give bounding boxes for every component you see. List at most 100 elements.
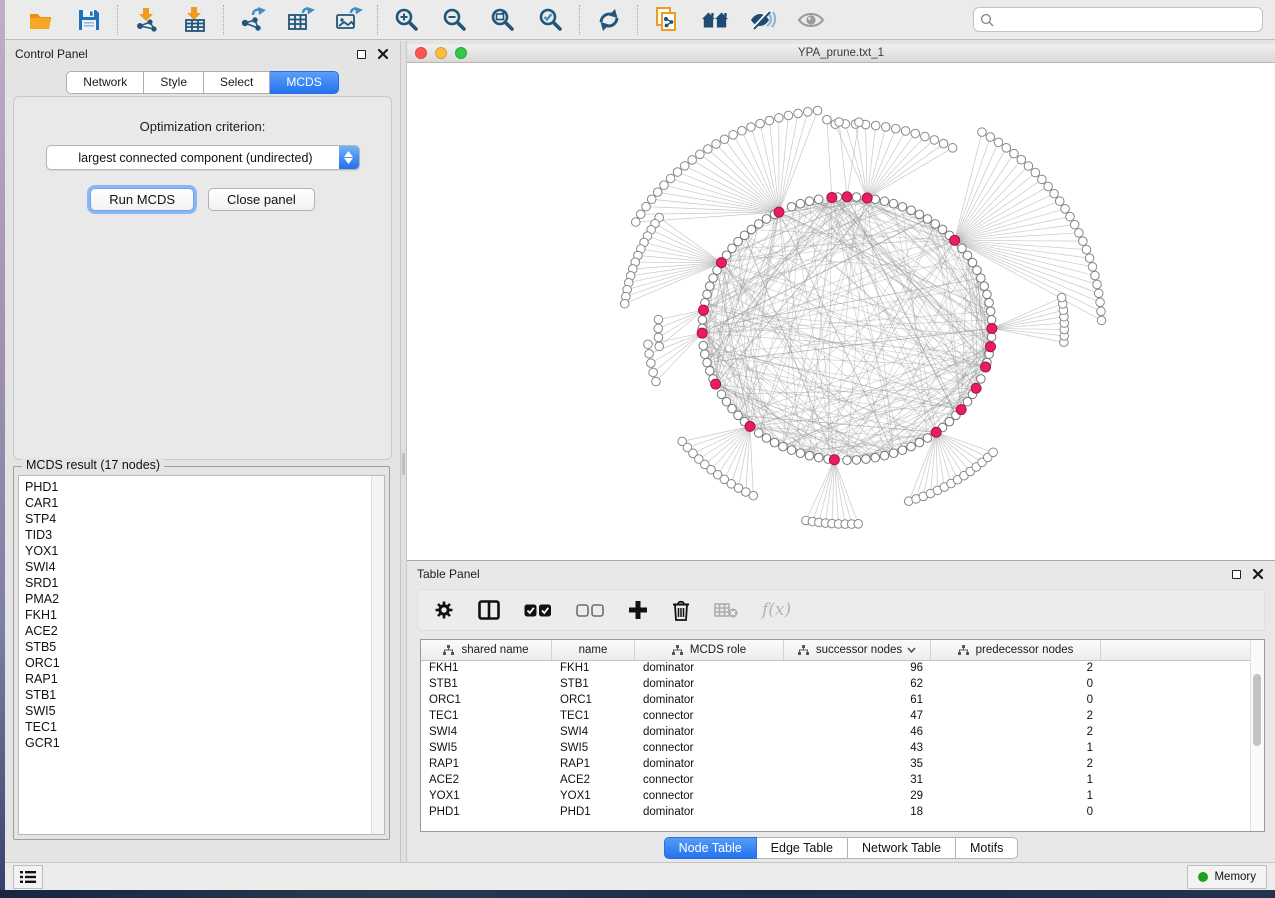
table-row[interactable]: ORC1ORC1dominator610	[421, 693, 1250, 709]
mcds-result-scrollbar[interactable]	[371, 476, 384, 834]
mcds-result-item[interactable]: SWI4	[25, 559, 371, 575]
search-box[interactable]	[973, 7, 1263, 32]
ring-node[interactable]	[931, 220, 940, 229]
mcds-result-item[interactable]: STB1	[25, 687, 371, 703]
import-network-icon[interactable]	[133, 6, 161, 34]
table-row[interactable]: STB1STB1dominator620	[421, 677, 1250, 693]
leaf-node[interactable]	[738, 126, 747, 135]
task-history-button[interactable]	[13, 865, 43, 889]
column-header-name[interactable]: name	[552, 640, 635, 660]
ring-node[interactable]	[699, 341, 708, 350]
leaf-node[interactable]	[747, 123, 756, 132]
leaf-node[interactable]	[654, 324, 663, 333]
leaf-node[interactable]	[1002, 144, 1011, 153]
ring-node[interactable]	[770, 438, 779, 447]
leaf-node[interactable]	[647, 359, 656, 368]
tab-edge-table[interactable]: Edge Table	[757, 837, 848, 859]
leaf-node[interactable]	[644, 340, 653, 349]
mcds-hub-node[interactable]	[774, 207, 784, 217]
mcds-result-listbox[interactable]: PHD1CAR1STP4TID3YOX1SWI4SRD1PMA2FKH1ACE2…	[18, 475, 385, 835]
leaf-node[interactable]	[1055, 197, 1064, 206]
ring-node[interactable]	[705, 367, 714, 376]
leaf-node[interactable]	[891, 124, 900, 133]
leaf-node[interactable]	[1091, 271, 1100, 280]
column-header-successor-nodes[interactable]: successor nodes	[784, 640, 931, 660]
ring-node[interactable]	[907, 206, 916, 215]
leaf-node[interactable]	[921, 132, 930, 141]
criterion-select[interactable]: largest connected component (undirected)	[46, 145, 360, 170]
ring-node[interactable]	[843, 456, 852, 465]
mcds-result-item[interactable]: PHD1	[25, 479, 371, 495]
mcds-result-item[interactable]: SWI5	[25, 703, 371, 719]
first-neighbors-icon[interactable]	[701, 6, 729, 34]
leaf-node[interactable]	[1061, 205, 1070, 214]
leaf-node[interactable]	[1097, 316, 1106, 325]
zoom-in-icon[interactable]	[393, 6, 421, 34]
leaf-node[interactable]	[948, 144, 957, 153]
leaf-node[interactable]	[1031, 168, 1040, 177]
ring-node[interactable]	[796, 199, 805, 208]
leaf-node[interactable]	[654, 333, 663, 342]
leaf-node[interactable]	[645, 349, 654, 358]
ring-node[interactable]	[814, 195, 823, 204]
mcds-hub-node[interactable]	[698, 305, 708, 315]
leaf-node[interactable]	[1057, 293, 1066, 302]
ring-node[interactable]	[762, 215, 771, 224]
leaf-node[interactable]	[813, 106, 822, 115]
ring-node[interactable]	[852, 193, 861, 202]
export-network-icon[interactable]	[239, 6, 267, 34]
leaf-node[interactable]	[666, 174, 675, 183]
ring-node[interactable]	[880, 197, 889, 206]
zoom-selected-icon[interactable]	[537, 6, 565, 34]
leaf-node[interactable]	[1085, 254, 1094, 263]
ring-node[interactable]	[907, 442, 916, 451]
mcds-hub-node[interactable]	[985, 342, 995, 352]
leaf-node[interactable]	[1066, 212, 1075, 221]
leaf-node[interactable]	[655, 342, 664, 351]
tab-select[interactable]: Select	[204, 71, 270, 94]
ring-node[interactable]	[980, 282, 989, 291]
search-input[interactable]	[999, 12, 1256, 28]
ring-node[interactable]	[923, 434, 932, 443]
leaf-node[interactable]	[654, 315, 663, 324]
new-network-from-selection-icon[interactable]	[653, 6, 681, 34]
select-all-icon[interactable]	[524, 604, 552, 617]
mcds-hub-node[interactable]	[987, 323, 997, 333]
leaf-node[interactable]	[835, 118, 844, 127]
ring-node[interactable]	[977, 274, 986, 283]
leaf-node[interactable]	[647, 195, 656, 204]
ring-node[interactable]	[787, 202, 796, 211]
ring-node[interactable]	[938, 225, 947, 234]
leaf-node[interactable]	[749, 491, 758, 500]
leaf-node[interactable]	[1096, 298, 1105, 307]
column-header-MCDS-role[interactable]: MCDS role	[635, 640, 784, 660]
leaf-node[interactable]	[652, 377, 661, 386]
mcds-result-item[interactable]: CAR1	[25, 495, 371, 511]
ring-node[interactable]	[703, 358, 712, 367]
leaf-node[interactable]	[978, 128, 987, 137]
add-column-icon[interactable]	[628, 600, 648, 620]
mcds-hub-node[interactable]	[829, 455, 839, 465]
mcds-hub-node[interactable]	[697, 328, 707, 338]
leaf-node[interactable]	[631, 218, 640, 227]
mcds-result-item[interactable]: FKH1	[25, 607, 371, 623]
mcds-hub-node[interactable]	[745, 421, 755, 431]
close-panel-button[interactable]: Close panel	[208, 188, 315, 211]
float-table-panel-icon[interactable]	[1229, 567, 1243, 581]
leaf-node[interactable]	[673, 168, 682, 177]
mcds-hub-node[interactable]	[862, 193, 872, 203]
ring-node[interactable]	[862, 455, 871, 464]
leaf-node[interactable]	[720, 135, 729, 144]
tab-motifs[interactable]: Motifs	[956, 837, 1018, 859]
ring-node[interactable]	[973, 266, 982, 275]
export-table-icon[interactable]	[287, 6, 315, 34]
leaf-node[interactable]	[901, 127, 910, 136]
splitter-grip[interactable]	[402, 453, 405, 475]
mcds-hub-node[interactable]	[956, 405, 966, 415]
network-view-titlebar[interactable]: YPA_prune.txt_1	[407, 44, 1275, 63]
mcds-result-item[interactable]: ACE2	[25, 623, 371, 639]
leaf-node[interactable]	[986, 133, 995, 142]
ring-node[interactable]	[889, 199, 898, 208]
leaf-node[interactable]	[1050, 189, 1059, 198]
ring-node[interactable]	[871, 453, 880, 462]
